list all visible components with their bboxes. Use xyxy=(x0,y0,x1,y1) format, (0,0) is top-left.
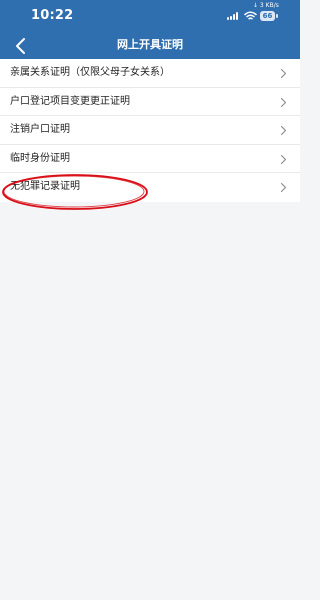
chevron-right-icon xyxy=(280,182,287,193)
wifi-icon xyxy=(244,11,257,20)
battery-cap-icon xyxy=(276,14,278,18)
menu-item-label: 注销户口证明 xyxy=(10,124,70,135)
menu-item-no-criminal-record-certificate[interactable]: 无犯罪记录证明 xyxy=(0,173,300,202)
menu-item-kinship-certificate[interactable]: 亲属关系证明（仅限父母子女关系） xyxy=(0,59,300,88)
menu-item-household-change-certificate[interactable]: 户口登记项目变更更正证明 xyxy=(0,87,300,116)
chevron-right-icon xyxy=(280,125,287,136)
certificate-menu-list: 亲属关系证明（仅限父母子女关系） 户口登记项目变更更正证明 注销户口证明 临时身… xyxy=(0,59,300,202)
navigation-bar: 网上开具证明 xyxy=(0,30,300,62)
network-speed: ↓ 3 KB/s xyxy=(253,2,279,9)
chevron-right-icon xyxy=(280,97,287,107)
chevron-left-icon xyxy=(16,38,25,54)
status-time: 10:22 xyxy=(31,8,74,23)
menu-item-temporary-identity-certificate[interactable]: 临时身份证明 xyxy=(0,144,300,173)
page-title: 网上开具证明 xyxy=(117,38,183,51)
app-header: 10:22 ↓ 3 KB/s 66 网上开具证明 xyxy=(0,0,300,62)
status-bar: 10:22 ↓ 3 KB/s 66 xyxy=(0,0,300,30)
menu-item-label: 亲属关系证明（仅限父母子女关系） xyxy=(10,67,170,78)
menu-item-household-cancellation-certificate[interactable]: 注销户口证明 xyxy=(0,116,300,145)
chevron-right-icon xyxy=(280,154,287,164)
menu-item-label: 户口登记项目变更更正证明 xyxy=(10,95,130,107)
menu-item-label: 无犯罪记录证明 xyxy=(10,181,80,192)
back-button[interactable] xyxy=(10,35,32,57)
battery-icon: 66 xyxy=(260,11,275,21)
chevron-right-icon xyxy=(280,68,287,79)
signal-icon xyxy=(227,12,241,20)
menu-item-label: 临时身份证明 xyxy=(10,152,70,164)
